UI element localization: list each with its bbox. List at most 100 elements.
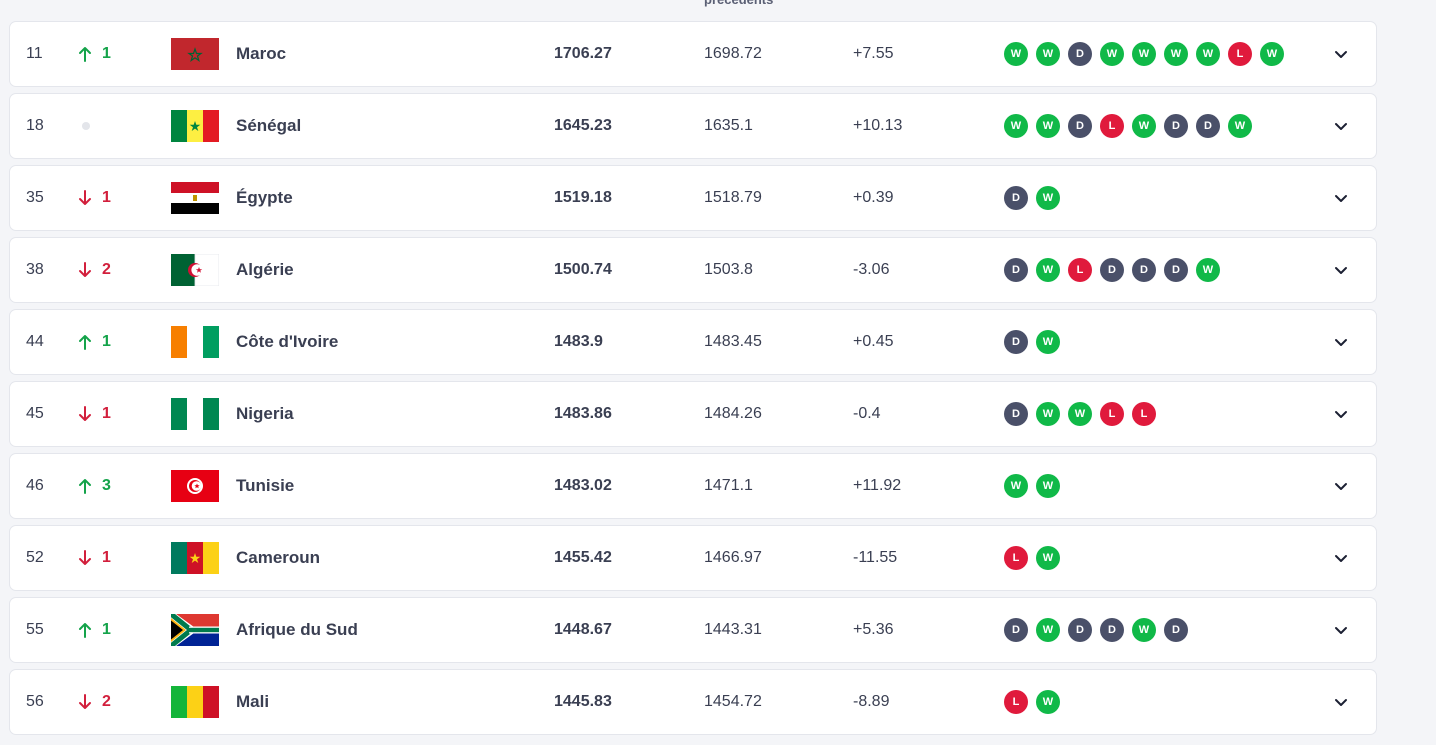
recent-form: WWDLWDDW: [1004, 94, 1252, 158]
arrow-down-icon: [79, 190, 91, 205]
form-result-badge: W: [1036, 114, 1060, 138]
rank-change: 1: [78, 166, 111, 230]
ranking-row: 18 Sénégal 1645.23 1635.1 +10.13 WWDLWDD…: [9, 93, 1377, 159]
points-difference: -3.06: [853, 261, 890, 278]
expand-row-button[interactable]: [1329, 310, 1353, 374]
form-result-badge: W: [1036, 402, 1060, 426]
rank-change: [78, 94, 90, 158]
previous-points: 1471.1: [704, 477, 753, 494]
rank-number: 11: [26, 45, 43, 62]
chevron-down-icon: [1335, 267, 1347, 274]
rank-number: 46: [26, 477, 44, 494]
form-result-badge: D: [1004, 186, 1028, 210]
form-result-badge: D: [1068, 618, 1092, 642]
previous-points: 1635.1: [704, 117, 753, 134]
points-difference: +10.13: [853, 117, 903, 134]
rank-number: 44: [26, 333, 44, 350]
total-points: 1500.74: [554, 261, 612, 278]
form-result-badge: D: [1132, 258, 1156, 282]
total-points: 1448.67: [554, 621, 612, 638]
expand-row-button[interactable]: [1329, 454, 1353, 518]
ranking-row: 45 1 Nigeria 1483.86 1484.26 -0.4 DWWLL: [9, 381, 1377, 447]
country-flag-icon: [171, 94, 219, 158]
points-difference: -0.4: [853, 405, 881, 422]
form-result-badge: L: [1132, 402, 1156, 426]
form-result-badge: W: [1036, 186, 1060, 210]
country-name: Égypte: [236, 188, 293, 207]
points-difference: +0.39: [853, 189, 894, 206]
algeria-flag-icon: [171, 254, 219, 286]
rank-number: 45: [26, 405, 44, 422]
form-result-badge: W: [1004, 114, 1028, 138]
form-result-badge: D: [1004, 618, 1028, 642]
chevron-down-icon: [1335, 699, 1347, 706]
column-header-previous-points: precedents: [704, 0, 773, 7]
chevron-down-icon: [1335, 195, 1347, 202]
form-result-badge: D: [1100, 258, 1124, 282]
morocco-flag-icon: [171, 38, 219, 70]
total-points: 1483.86: [554, 405, 612, 422]
recent-form: DW: [1004, 310, 1060, 374]
country-flag-icon: [171, 22, 219, 86]
arrow-down-icon: [79, 694, 91, 709]
total-points: 1706.27: [554, 45, 612, 62]
rank-change-value: 1: [102, 621, 111, 638]
form-result-badge: D: [1068, 42, 1092, 66]
country-flag-icon: [171, 598, 219, 662]
form-result-badge: W: [1132, 114, 1156, 138]
expand-row-button[interactable]: [1329, 166, 1353, 230]
rank-number: 55: [26, 621, 44, 638]
rank-number: 52: [26, 549, 44, 566]
expand-row-button[interactable]: [1329, 598, 1353, 662]
expand-row-button[interactable]: [1329, 22, 1353, 86]
expand-row-button[interactable]: [1329, 670, 1353, 734]
country-flag-icon: [171, 526, 219, 590]
chevron-down-icon: [1335, 555, 1347, 562]
arrow-up-icon: [79, 479, 91, 494]
country-name: Nigeria: [236, 404, 294, 423]
total-points: 1519.18: [554, 189, 612, 206]
ivory-coast-flag-icon: [171, 326, 219, 358]
country-flag-icon: [171, 454, 219, 518]
form-result-badge: W: [1260, 42, 1284, 66]
form-result-badge: L: [1004, 690, 1028, 714]
form-result-badge: L: [1100, 402, 1124, 426]
form-result-badge: W: [1196, 258, 1220, 282]
form-result-badge: D: [1004, 402, 1028, 426]
rank-change-value: 1: [102, 45, 111, 62]
form-result-badge: W: [1036, 330, 1060, 354]
form-result-badge: W: [1036, 42, 1060, 66]
arrow-up-icon: [79, 623, 91, 638]
country-flag-icon: [171, 238, 219, 302]
expand-row-button[interactable]: [1329, 238, 1353, 302]
mali-flag-icon: [171, 686, 219, 718]
form-result-badge: W: [1132, 618, 1156, 642]
rank-change-value: 1: [102, 405, 111, 422]
form-result-badge: D: [1100, 618, 1124, 642]
form-result-badge: L: [1100, 114, 1124, 138]
country-name: Sénégal: [236, 116, 302, 135]
recent-form: LW: [1004, 670, 1060, 734]
rank-change-value: 1: [102, 189, 111, 206]
form-result-badge: W: [1036, 474, 1060, 498]
expand-row-button[interactable]: [1329, 94, 1353, 158]
country-flag-icon: [171, 310, 219, 374]
recent-form: WW: [1004, 454, 1060, 518]
recent-form: DWDDWD: [1004, 598, 1188, 662]
expand-row-button[interactable]: [1329, 382, 1353, 446]
rank-change: 1: [78, 598, 111, 662]
form-result-badge: W: [1196, 42, 1220, 66]
chevron-down-icon: [1335, 51, 1347, 58]
previous-points: 1483.45: [704, 333, 762, 350]
arrow-up-icon: [79, 47, 91, 62]
country-flag-icon: [171, 166, 219, 230]
expand-row-button[interactable]: [1329, 526, 1353, 590]
country-name: Algérie: [236, 260, 294, 279]
points-difference: +5.36: [853, 621, 894, 638]
form-result-badge: D: [1164, 618, 1188, 642]
south-africa-flag-icon: [171, 614, 219, 646]
rank-change-value: 2: [102, 261, 111, 278]
country-name: Maroc: [236, 44, 287, 63]
ranking-row: 56 2 Mali 1445.83 1454.72 -8.89 LW: [9, 669, 1377, 735]
points-difference: -11.55: [853, 549, 898, 566]
